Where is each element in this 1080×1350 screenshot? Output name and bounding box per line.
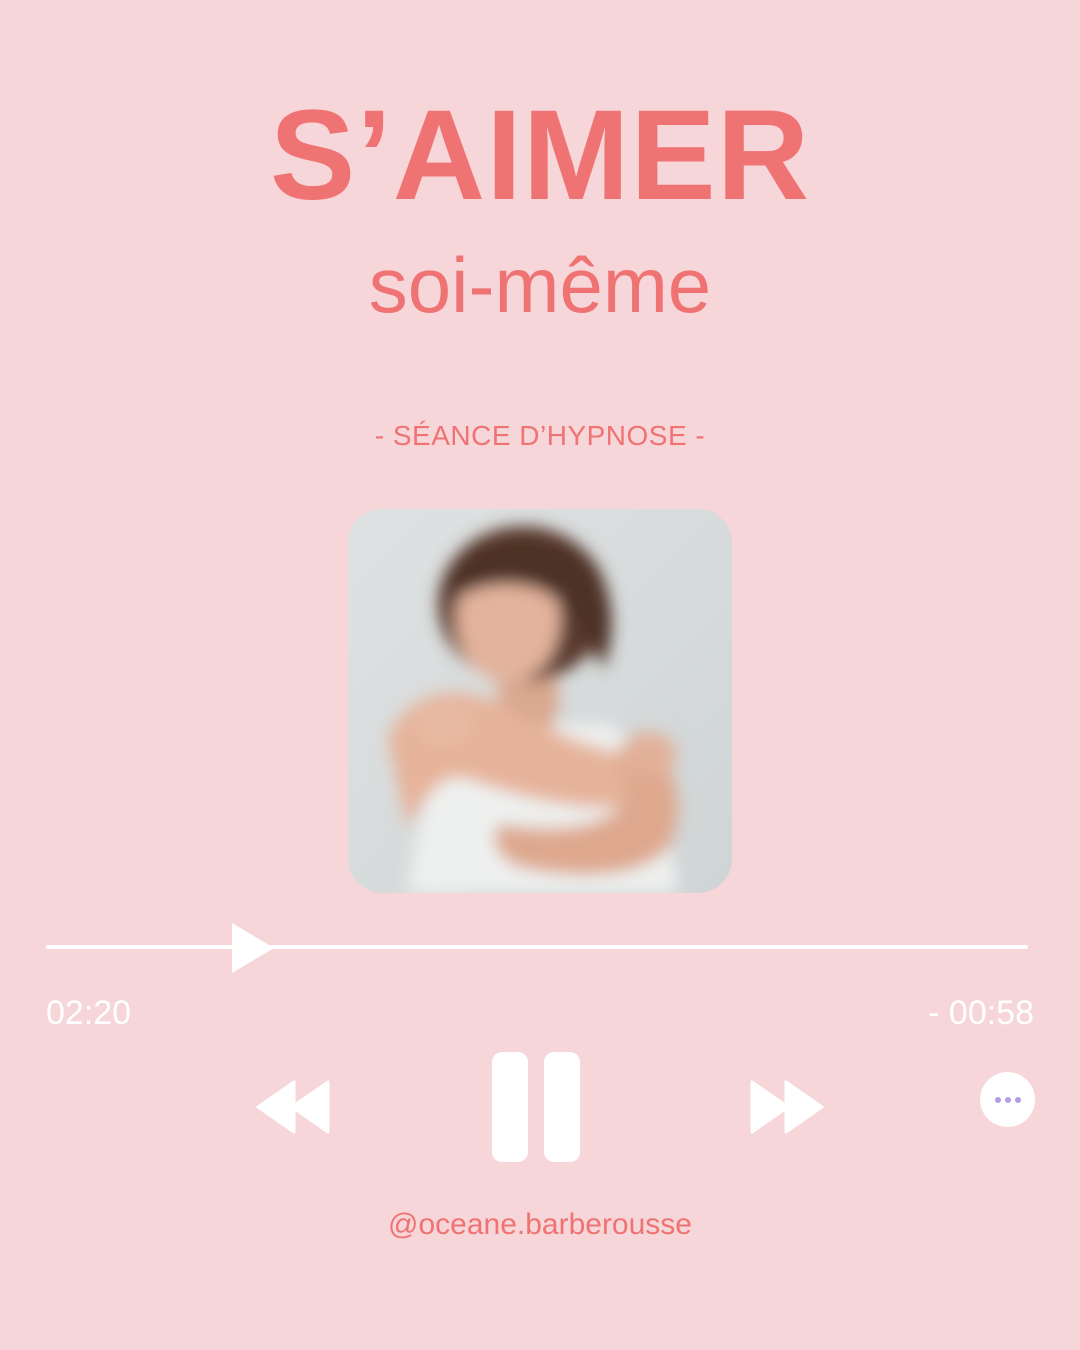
more-options-icon <box>994 1096 1001 1103</box>
pause-button[interactable] <box>492 1052 582 1164</box>
progress-track[interactable] <box>46 945 1028 949</box>
session-type-label: - SÉANCE D’HYPNOSE - <box>374 420 706 451</box>
pause-icon-bar <box>544 1052 580 1162</box>
author-handle[interactable]: @oceane.barberousse <box>0 1210 1080 1240</box>
cover-art <box>348 509 732 893</box>
episode-title: S’AIMER <box>269 84 811 227</box>
playhead-handle[interactable] <box>230 921 276 975</box>
elapsed-time: 02:20 <box>46 994 132 1032</box>
remaining-time: - 00:58 <box>928 994 1034 1032</box>
more-dot <box>1004 1096 1011 1103</box>
episode-subtitle: soi-même <box>368 241 712 329</box>
player-screen: { "colors": { "background": "#f6d6d9", "… <box>0 0 1080 1350</box>
rewind-icon[interactable] <box>256 1080 330 1134</box>
pause-icon <box>492 1052 528 1162</box>
more-options-button[interactable] <box>980 1072 1035 1127</box>
fast-forward-icon[interactable] <box>750 1080 824 1134</box>
cover-art-image <box>348 509 732 893</box>
more-dot <box>1014 1096 1021 1103</box>
